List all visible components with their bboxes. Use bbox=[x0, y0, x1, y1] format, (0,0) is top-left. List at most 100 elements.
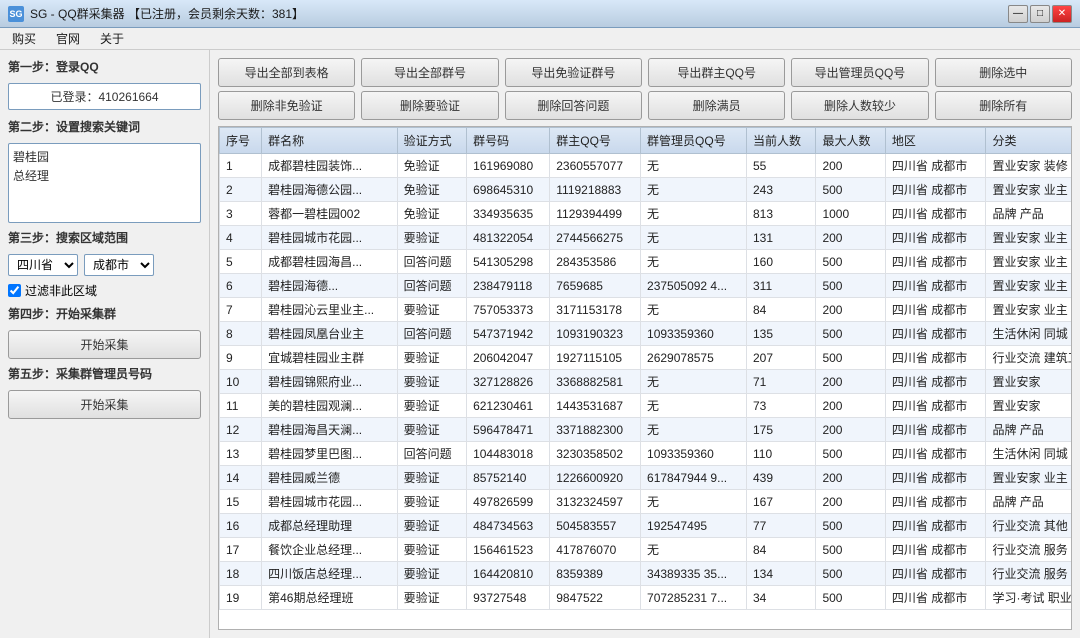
col-verify: 验证方式 bbox=[397, 128, 466, 154]
table-cell: 无 bbox=[641, 154, 747, 178]
table-row[interactable]: 9宜城碧桂园业主群要验证2060420471927115105262907857… bbox=[220, 346, 1073, 370]
table-cell: 四川省 成都市 bbox=[885, 370, 986, 394]
menu-about[interactable]: 关于 bbox=[96, 29, 128, 48]
app-icon: SG bbox=[8, 6, 24, 22]
delete-answer-btn[interactable]: 删除回答问题 bbox=[505, 91, 642, 120]
export-all-table-btn[interactable]: 导出全部到表格 bbox=[218, 58, 355, 87]
table-cell: 134 bbox=[746, 562, 815, 586]
table-row[interactable]: 3蓉都一碧桂园002免验证3349356351129394499无8131000… bbox=[220, 202, 1073, 226]
table-row[interactable]: 14碧桂园威兰德要验证857521401226600920617847944 9… bbox=[220, 466, 1073, 490]
table-row[interactable]: 10碧桂园锦熙府业...要验证3271288263368882581无71200… bbox=[220, 370, 1073, 394]
table-cell: 四川省 成都市 bbox=[885, 202, 986, 226]
table-cell: 757053373 bbox=[467, 298, 550, 322]
table-cell: 1927115105 bbox=[550, 346, 641, 370]
table-cell: 200 bbox=[816, 370, 885, 394]
toolbar: 导出全部到表格 导出全部群号 导出免验证群号 导出群主QQ号 导出管理员QQ号 … bbox=[218, 58, 1072, 120]
table-cell: 无 bbox=[641, 298, 747, 322]
table-row[interactable]: 12碧桂园海昌天澜...要验证5964784713371882300无17520… bbox=[220, 418, 1073, 442]
table-cell: 四川省 成都市 bbox=[885, 178, 986, 202]
delete-selected-btn[interactable]: 删除选中 bbox=[935, 58, 1072, 87]
table-cell: 200 bbox=[816, 490, 885, 514]
minimize-button[interactable]: — bbox=[1008, 5, 1028, 23]
table-cell: 回答问题 bbox=[397, 274, 466, 298]
table-cell: 1000 bbox=[816, 202, 885, 226]
step5-label: 第五步：采集群管理员号码 bbox=[8, 365, 201, 382]
table-cell: 207 bbox=[746, 346, 815, 370]
table-cell: 13 bbox=[220, 442, 262, 466]
table-cell: 813 bbox=[746, 202, 815, 226]
table-cell: 200 bbox=[816, 466, 885, 490]
delete-verify-btn[interactable]: 删除要验证 bbox=[361, 91, 498, 120]
menu-website[interactable]: 官网 bbox=[52, 29, 84, 48]
table-cell: 206042047 bbox=[467, 346, 550, 370]
table-cell: 6 bbox=[220, 274, 262, 298]
delete-few-btn[interactable]: 删除人数较少 bbox=[791, 91, 928, 120]
table-row[interactable]: 16成都总经理助理要验证4847345635045835571925474957… bbox=[220, 514, 1073, 538]
table-cell: 品牌 产品 bbox=[986, 202, 1072, 226]
table-cell: 四川省 成都市 bbox=[885, 466, 986, 490]
table-cell: 200 bbox=[816, 394, 885, 418]
table-row[interactable]: 8碧桂园凤凰台业主回答问题547371942109319032310933593… bbox=[220, 322, 1073, 346]
table-cell: 161969080 bbox=[467, 154, 550, 178]
city-select[interactable]: 成都市 bbox=[84, 254, 154, 276]
table-cell: 回答问题 bbox=[397, 322, 466, 346]
filter-checkbox[interactable] bbox=[8, 284, 21, 297]
table-row[interactable]: 5成都碧桂园海昌...回答问题541305298284353586无160500… bbox=[220, 250, 1073, 274]
table-cell: 547371942 bbox=[467, 322, 550, 346]
table-row[interactable]: 11美的碧桂园观澜...要验证6212304611443531687无73200… bbox=[220, 394, 1073, 418]
table-cell: 167 bbox=[746, 490, 815, 514]
table-row[interactable]: 17餐饮企业总经理...要验证156461523417876070无84500四… bbox=[220, 538, 1073, 562]
table-cell: 成都总经理助理 bbox=[262, 514, 397, 538]
left-panel: 第一步：登录QQ 已登录：410261664 第二步：设置搜索关键词 碧桂园 总… bbox=[0, 50, 210, 638]
col-current: 当前人数 bbox=[746, 128, 815, 154]
table-cell: 621230461 bbox=[467, 394, 550, 418]
table-cell: 500 bbox=[816, 322, 885, 346]
maximize-button[interactable]: □ bbox=[1030, 5, 1050, 23]
table-cell: 无 bbox=[641, 370, 747, 394]
close-button[interactable]: ✕ bbox=[1052, 5, 1072, 23]
table-cell: 7 bbox=[220, 298, 262, 322]
keyword-textarea[interactable]: 碧桂园 总经理 bbox=[8, 143, 201, 223]
window-controls[interactable]: — □ ✕ bbox=[1008, 5, 1072, 23]
menu-buy[interactable]: 购买 bbox=[8, 29, 40, 48]
step5-start-button[interactable]: 开始采集 bbox=[8, 390, 201, 419]
table-cell: 7659685 bbox=[550, 274, 641, 298]
table-cell: 500 bbox=[816, 562, 885, 586]
table-row[interactable]: 4碧桂园城市花园...要验证4813220542744566275无131200… bbox=[220, 226, 1073, 250]
table-row[interactable]: 19第46期总经理班要验证937275489847522707285231 7.… bbox=[220, 586, 1073, 610]
table-cell: 要验证 bbox=[397, 466, 466, 490]
table-row[interactable]: 2碧桂园海德公园...免验证6986453101119218883无243500… bbox=[220, 178, 1073, 202]
col-name: 群名称 bbox=[262, 128, 397, 154]
table-row[interactable]: 1成都碧桂园装饰...免验证1619690802360557077无55200四… bbox=[220, 154, 1073, 178]
table-cell: 碧桂园梦里巴图... bbox=[262, 442, 397, 466]
table-cell: 无 bbox=[641, 202, 747, 226]
table-cell: 学习·考试 职业认证 bbox=[986, 586, 1072, 610]
data-table-container[interactable]: 序号 群名称 验证方式 群号码 群主QQ号 群管理员QQ号 当前人数 最大人数 … bbox=[218, 126, 1072, 630]
export-all-group-btn[interactable]: 导出全部群号 bbox=[361, 58, 498, 87]
table-row[interactable]: 18四川饭店总经理...要验证164420810835938934389335 … bbox=[220, 562, 1073, 586]
table-row[interactable]: 6碧桂园海德...回答问题2384791187659685237505092 4… bbox=[220, 274, 1073, 298]
export-admin-btn[interactable]: 导出管理员QQ号 bbox=[791, 58, 928, 87]
delete-full-btn[interactable]: 删除满员 bbox=[648, 91, 785, 120]
table-row[interactable]: 13碧桂园梦里巴图...回答问题104483018323035850210933… bbox=[220, 442, 1073, 466]
table-cell: 碧桂园海昌天澜... bbox=[262, 418, 397, 442]
table-cell: 497826599 bbox=[467, 490, 550, 514]
table-cell: 85752140 bbox=[467, 466, 550, 490]
table-cell: 置业安家 bbox=[986, 370, 1072, 394]
province-select[interactable]: 四川省 bbox=[8, 254, 78, 276]
table-cell: 284353586 bbox=[550, 250, 641, 274]
table-cell: 9 bbox=[220, 346, 262, 370]
table-row[interactable]: 15碧桂园城市花园...要验证4978265993132324597无16720… bbox=[220, 490, 1073, 514]
delete-nonfree-btn[interactable]: 删除非免验证 bbox=[218, 91, 355, 120]
table-cell: 四川省 成都市 bbox=[885, 394, 986, 418]
table-row[interactable]: 7碧桂园沁云里业主...要验证7570533733171153178无84200… bbox=[220, 298, 1073, 322]
region-selectors: 四川省 成都市 bbox=[8, 254, 201, 276]
step4-start-button[interactable]: 开始采集 bbox=[8, 330, 201, 359]
table-cell: 生活休闲 同城 bbox=[986, 322, 1072, 346]
table-cell: 131 bbox=[746, 226, 815, 250]
title-bar: SG SG - QQ群采集器 【已注册，会员剩余天数：381】 — □ ✕ bbox=[0, 0, 1080, 28]
export-noverify-btn[interactable]: 导出免验证群号 bbox=[505, 58, 642, 87]
table-cell: 84 bbox=[746, 298, 815, 322]
export-owner-btn[interactable]: 导出群主QQ号 bbox=[648, 58, 785, 87]
delete-all-btn[interactable]: 删除所有 bbox=[935, 91, 1072, 120]
